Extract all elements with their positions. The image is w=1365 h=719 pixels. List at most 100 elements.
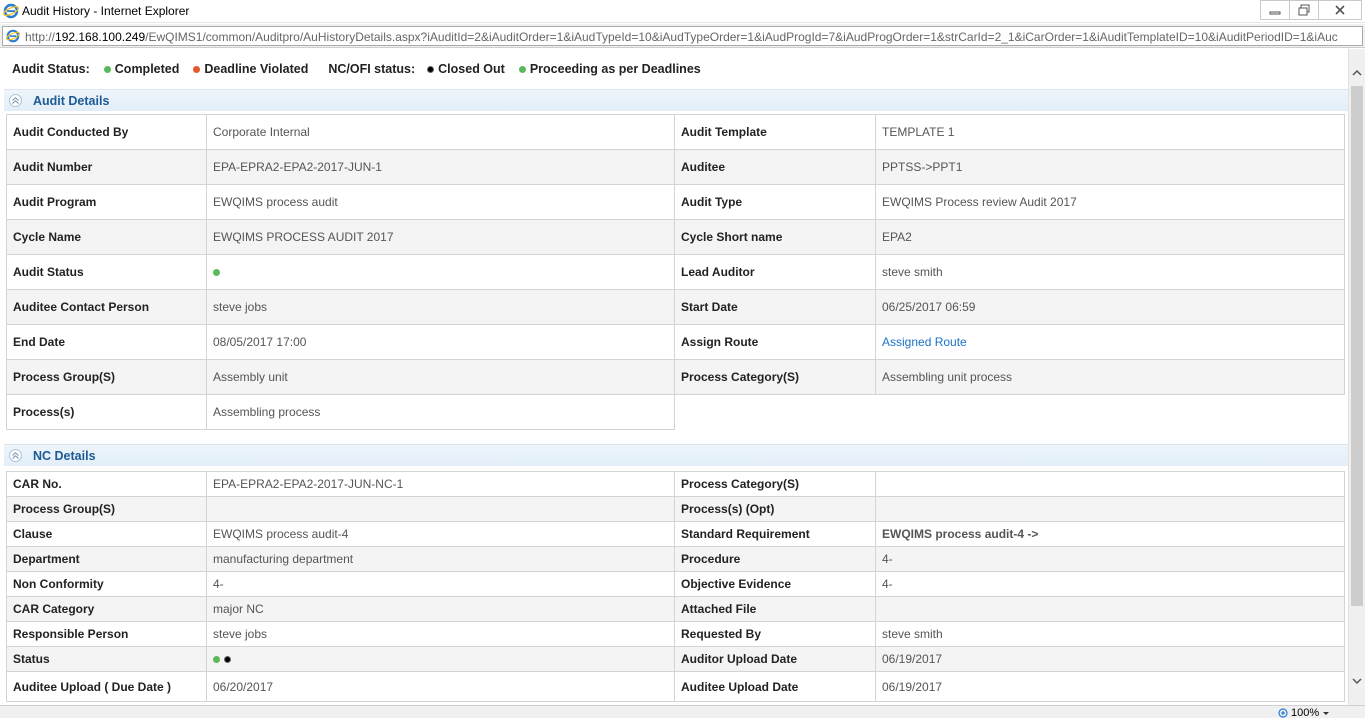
- row-value: 4-: [875, 571, 1345, 597]
- collapse-chevron-icon[interactable]: [9, 449, 22, 462]
- vertical-scrollbar[interactable]: [1348, 49, 1365, 705]
- row-value: [875, 471, 1345, 497]
- row-label: Process Category(S): [674, 359, 876, 395]
- status-bar: 100%: [0, 705, 1365, 719]
- row-value: major NC: [206, 596, 675, 622]
- table-row: Non Conformity 4- Objective Evidence 4-: [6, 571, 1345, 597]
- collapse-chevron-icon[interactable]: [9, 94, 22, 107]
- empty-cell: [875, 394, 1345, 430]
- row-value: 06/25/2017 06:59: [875, 289, 1345, 325]
- row-value: 06/19/2017: [875, 671, 1345, 702]
- table-row: Cycle Name EWQIMS PROCESS AUDIT 2017 Cyc…: [6, 219, 1345, 255]
- nc-details-title: NC Details: [33, 448, 96, 463]
- row-label: Start Date: [674, 289, 876, 325]
- red-dot-icon: [193, 65, 201, 73]
- maximize-button[interactable]: [1289, 0, 1319, 20]
- table-row: Audit Status Lead Auditor steve smith: [6, 254, 1345, 290]
- zoom-icon: [1278, 708, 1288, 718]
- ie-icon: [6, 29, 20, 43]
- scroll-down-icon[interactable]: [1351, 675, 1363, 687]
- table-row: Audit Conducted By Corporate Internal Au…: [6, 114, 1345, 150]
- nc-status-value: [206, 646, 675, 672]
- black-dot-icon: [224, 656, 231, 663]
- row-label: Requested By: [674, 621, 876, 647]
- url-field[interactable]: http://192.168.100.249/EwQIMS1/common/Au…: [2, 26, 1363, 46]
- row-label: Auditor Upload Date: [674, 646, 876, 672]
- empty-cell: [674, 394, 876, 430]
- row-label: Process Group(S): [6, 496, 207, 522]
- row-label: CAR No.: [6, 471, 207, 497]
- scroll-up-icon[interactable]: [1351, 67, 1363, 79]
- row-label: Auditee: [674, 149, 876, 185]
- url-prefix: http://: [25, 30, 56, 44]
- row-value: steve jobs: [206, 621, 675, 647]
- row-value-cell: Assigned Route: [875, 324, 1345, 360]
- chevron-down-icon[interactable]: [1322, 709, 1330, 717]
- zoom-control[interactable]: 100%: [1278, 707, 1330, 719]
- assigned-route-link[interactable]: Assigned Route: [882, 335, 967, 349]
- row-value: manufacturing department: [206, 546, 675, 572]
- row-label: Non Conformity: [6, 571, 207, 597]
- row-value: [206, 496, 675, 522]
- table-row: Process Group(S) Assembly unit Process C…: [6, 359, 1345, 395]
- scrollbar-thumb[interactable]: [1351, 86, 1363, 606]
- row-value: [875, 596, 1345, 622]
- row-value: EPA2: [875, 219, 1345, 255]
- nc-details-header[interactable]: NC Details: [4, 444, 1348, 466]
- table-row: Clause EWQIMS process audit-4 Standard R…: [6, 521, 1345, 547]
- table-row: Auditee Contact Person steve jobs Start …: [6, 289, 1345, 325]
- row-value: EPA-EPRA2-EPA2-2017-JUN-1: [206, 149, 675, 185]
- row-label: Responsible Person: [6, 621, 207, 647]
- legend-completed: Completed: [103, 62, 180, 76]
- legend-closed-out-label: Closed Out: [438, 62, 505, 76]
- audit-status-value: [206, 254, 675, 290]
- maximize-icon: [1298, 4, 1310, 16]
- row-value: PPTSS->PPT1: [875, 149, 1345, 185]
- row-value: Assembling process: [206, 394, 675, 430]
- minimize-icon: [1269, 11, 1281, 15]
- url-host: 192.168.100.249: [55, 30, 146, 44]
- minimize-button[interactable]: [1260, 0, 1290, 20]
- browser-window: Audit History - Internet Explorer http:/…: [0, 0, 1365, 719]
- legend-completed-label: Completed: [114, 62, 180, 76]
- row-value: EWQIMS process audit-4: [206, 521, 675, 547]
- nc-status-legend-label: NC/OFI status:: [328, 62, 416, 76]
- row-label: Auditee Upload ( Due Date ): [6, 671, 207, 702]
- row-label: Audit Conducted By: [6, 114, 207, 150]
- row-label: Audit Status: [6, 254, 207, 290]
- row-label: Process Category(S): [674, 471, 876, 497]
- close-button[interactable]: [1318, 0, 1362, 20]
- row-value: 08/05/2017 17:00: [206, 324, 675, 360]
- row-label: Cycle Name: [6, 219, 207, 255]
- black-dot-icon: [427, 65, 435, 73]
- row-label: Auditee Upload Date: [674, 671, 876, 702]
- row-value: Assembly unit: [206, 359, 675, 395]
- audit-details-table: Audit Conducted By Corporate Internal Au…: [6, 114, 1345, 430]
- row-label: Assign Route: [674, 324, 876, 360]
- row-label: Audit Template: [674, 114, 876, 150]
- row-value: steve smith: [875, 621, 1345, 647]
- zoom-level: 100%: [1291, 707, 1320, 719]
- url-text: http://192.168.100.249/EwQIMS1/common/Au…: [25, 30, 1360, 44]
- row-label: Standard Requirement: [674, 521, 876, 547]
- row-value: 4-: [875, 546, 1345, 572]
- row-label: Lead Auditor: [674, 254, 876, 290]
- row-label: CAR Category: [6, 596, 207, 622]
- audit-details-header[interactable]: Audit Details: [4, 89, 1348, 111]
- legend-proceeding-label: Proceeding as per Deadlines: [529, 62, 701, 76]
- table-row: End Date 08/05/2017 17:00 Assign Route A…: [6, 324, 1345, 360]
- row-value: EWQIMS Process review Audit 2017: [875, 184, 1345, 220]
- row-label: Audit Number: [6, 149, 207, 185]
- row-label: Department: [6, 546, 207, 572]
- green-dot-icon: [518, 65, 526, 73]
- row-value: 06/20/2017: [206, 671, 675, 702]
- table-row: CAR Category major NC Attached File: [6, 596, 1345, 622]
- row-label: Auditee Contact Person: [6, 289, 207, 325]
- row-value: EWQIMS process audit-4 ->: [875, 521, 1345, 547]
- close-icon: [1335, 5, 1345, 15]
- row-label: Procedure: [674, 546, 876, 572]
- table-row: Audit Program EWQIMS process audit Audit…: [6, 184, 1345, 220]
- legend-deadline-violated-label: Deadline Violated: [204, 62, 309, 76]
- table-row: CAR No. EPA-EPRA2-EPA2-2017-JUN-NC-1 Pro…: [6, 471, 1345, 497]
- table-row: Responsible Person steve jobs Requested …: [6, 621, 1345, 647]
